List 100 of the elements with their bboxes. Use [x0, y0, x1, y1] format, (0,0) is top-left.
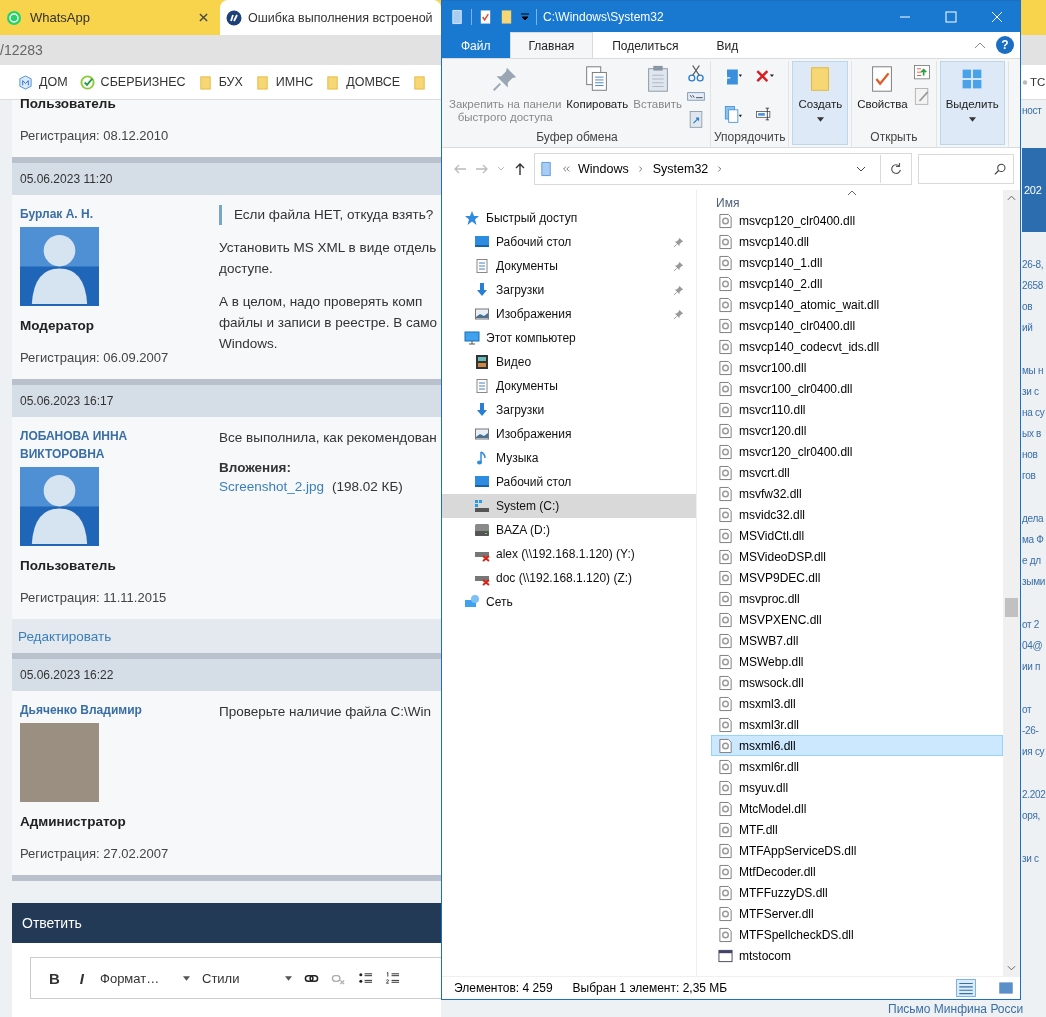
text-fragment[interactable]: ов	[1022, 296, 1033, 317]
new-folder-icon[interactable]	[499, 8, 514, 25]
ribbon-tab[interactable]: Файл	[442, 32, 510, 58]
file-row[interactable]: MSVPXENC.dll	[711, 609, 1003, 630]
text-fragment[interactable]: оря,	[1022, 805, 1040, 826]
text-fragment[interactable]: ых в	[1022, 423, 1042, 444]
file-row[interactable]: mswsock.dll	[711, 672, 1003, 693]
file-row[interactable]: msvcp120_clr0400.dll	[711, 210, 1003, 231]
text-fragment[interactable]: гов	[1022, 465, 1036, 486]
file-row[interactable]: MSWebp.dll	[711, 651, 1003, 672]
text-fragment[interactable]: на су	[1022, 402, 1045, 423]
style-dropdown[interactable]: Формат…	[100, 970, 160, 986]
nav-item[interactable]: Сеть	[442, 590, 696, 614]
nav-item[interactable]: BAZA (D:)	[442, 518, 696, 542]
ribbon-button[interactable]: Свойства	[855, 61, 910, 130]
file-row[interactable]: msvcp140_2.dll	[711, 273, 1003, 294]
file-row[interactable]: msvcp140_codecvt_ids.dll	[711, 336, 1003, 357]
file-row[interactable]: msvcr120.dll	[711, 420, 1003, 441]
text-fragment[interactable]: мы н	[1022, 360, 1044, 381]
italic-button[interactable]: I	[75, 969, 88, 987]
bookmark[interactable]: ДОМВСЕ	[325, 74, 401, 90]
edit-link[interactable]: Редактировать	[18, 628, 112, 644]
file-row[interactable]: msxml3.dll	[711, 693, 1003, 714]
nav-item[interactable]: Изображения	[442, 422, 696, 446]
large-icons-view-icon[interactable]	[996, 979, 1016, 997]
scrollbar-thumb[interactable]	[1005, 598, 1018, 617]
text-fragment[interactable]: -26-	[1022, 720, 1039, 741]
nav-item[interactable]: Загрузки	[442, 398, 696, 422]
text-fragment[interactable]: нов	[1022, 444, 1038, 465]
scroll-up-icon[interactable]	[1007, 195, 1016, 201]
help-button[interactable]: ?	[996, 36, 1014, 54]
bookmark[interactable]: СБЕРБИЗНЕС	[79, 74, 186, 90]
address-text[interactable]: /12283	[0, 42, 43, 58]
nav-item[interactable]: Этот компьютер	[442, 326, 696, 350]
text-fragment[interactable]: ии п	[1022, 656, 1041, 677]
nav-item[interactable]: Документы	[442, 254, 696, 278]
file-row[interactable]: MtfDecoder.dll	[711, 861, 1003, 882]
nav-item[interactable]: Видео	[442, 350, 696, 374]
file-row[interactable]: msvcrt.dll	[711, 462, 1003, 483]
ribbon-tab[interactable]: Главная	[509, 32, 594, 58]
nav-item[interactable]: Музыка	[442, 446, 696, 470]
nav-item[interactable]: Изображения	[442, 302, 696, 326]
caret-icon[interactable]	[183, 975, 190, 981]
collapse-ribbon-icon[interactable]	[974, 41, 986, 49]
nav-item[interactable]: Документы	[442, 374, 696, 398]
nav-item[interactable]: Быстрый доступ	[442, 206, 696, 230]
bookmark[interactable]: ИМНС	[254, 74, 314, 90]
text-fragment[interactable]: 2658	[1022, 275, 1044, 296]
column-header[interactable]: Имя	[716, 196, 740, 210]
numbered-list-icon[interactable]	[385, 970, 400, 986]
file-row[interactable]: msvcr100_clr0400.dll	[711, 378, 1003, 399]
scroll-down-icon[interactable]	[1007, 965, 1016, 971]
text-fragment[interactable]: 04@	[1022, 635, 1043, 656]
search-field[interactable]	[918, 154, 1014, 184]
text-fragment[interactable]: дела	[1022, 508, 1044, 529]
file-row[interactable]: MSWB7.dll	[711, 630, 1003, 651]
text-fragment[interactable]: ий	[1022, 317, 1033, 338]
file-row[interactable]: msvcp140_clr0400.dll	[711, 315, 1003, 336]
browser-tab[interactable]: Ошибка выполнения встроеной	[220, 0, 441, 35]
file-row[interactable]: msvcp140_1.dll	[711, 252, 1003, 273]
file-row[interactable]: MTF.dll	[711, 819, 1003, 840]
bookmark[interactable]: ТС	[1022, 74, 1046, 90]
file-row[interactable]: msvcp140.dll	[711, 231, 1003, 252]
properties-icon[interactable]	[478, 8, 493, 25]
file-row[interactable]: msxml6r.dll	[711, 756, 1003, 777]
file-row[interactable]: msvcr110.dll	[711, 399, 1003, 420]
nav-item[interactable]: Рабочий стол	[442, 470, 696, 494]
file-row[interactable]: msvfw32.dll	[711, 483, 1003, 504]
text-fragment[interactable]: зи с	[1022, 381, 1039, 402]
text-fragment[interactable]: зи с	[1022, 848, 1039, 869]
style-dropdown[interactable]: Стили	[202, 970, 240, 986]
file-row[interactable]: MTFServer.dll	[711, 903, 1003, 924]
author-link[interactable]: Дьяченко Владимир	[20, 701, 142, 719]
ribbon-button[interactable]: Копировать	[564, 61, 631, 130]
caret-icon[interactable]	[520, 11, 530, 22]
text-fragment[interactable]: зыми	[1022, 571, 1046, 592]
file-row[interactable]: msvidc32.dll	[711, 504, 1003, 525]
file-row[interactable]: msvcp140_atomic_wait.dll	[711, 294, 1003, 315]
text-fragment[interactable]: е дл	[1022, 550, 1041, 571]
text-fragment[interactable]: ия су	[1022, 741, 1045, 762]
file-row[interactable]: MSVidCtl.dll	[711, 525, 1003, 546]
nav-item[interactable]: System (C:)	[442, 494, 696, 518]
chevron-icon[interactable]	[636, 164, 645, 174]
text-fragment[interactable]: 2.202	[1022, 784, 1046, 805]
bookmark[interactable]: БУХ	[197, 74, 243, 90]
file-row[interactable]: MSVideoDSP.dll	[711, 546, 1003, 567]
file-row[interactable]: MTFFuzzyDS.dll	[711, 882, 1003, 903]
ribbon-button[interactable]: Создать	[792, 61, 849, 145]
author-link[interactable]: Бурлак А. Н.	[20, 205, 93, 223]
browser-tab[interactable]: WhatsApp	[0, 0, 220, 35]
caret-icon[interactable]	[856, 164, 866, 174]
nav-item[interactable]: Рабочий стол	[442, 230, 696, 254]
scrollbar[interactable]	[1003, 190, 1020, 976]
scissors-icon[interactable]	[685, 63, 707, 83]
double-chevron-icon[interactable]	[562, 164, 570, 174]
file-row[interactable]: msyuv.dll	[711, 777, 1003, 798]
details-view-icon[interactable]	[956, 979, 976, 997]
text-fragment[interactable]: ма Ф	[1022, 529, 1044, 550]
folder-icon[interactable]	[450, 8, 465, 25]
close-icon[interactable]	[199, 13, 208, 22]
